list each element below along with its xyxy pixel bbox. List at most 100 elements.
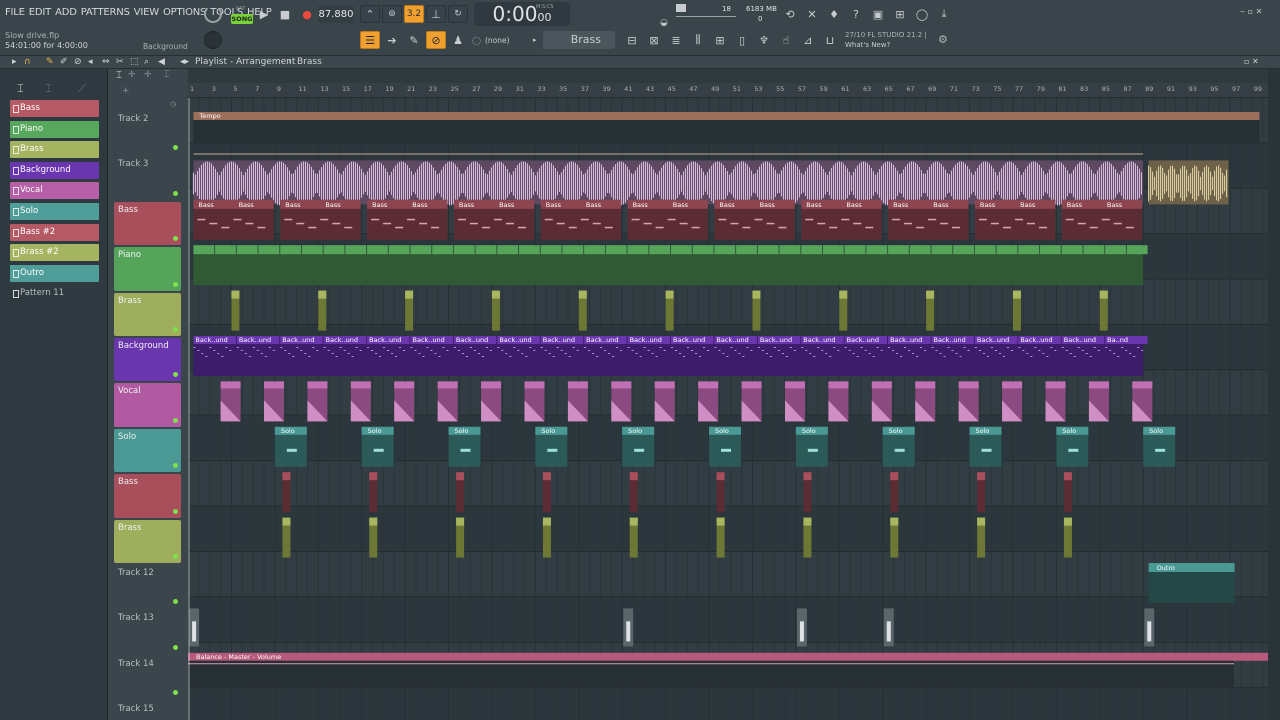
- track-lane[interactable]: [188, 552, 1268, 598]
- menu-options[interactable]: OPTIONS: [163, 7, 206, 18]
- pattern-item[interactable]: Background: [10, 161, 99, 179]
- slip-tool-icon[interactable]: ⇔: [102, 57, 110, 67]
- piano-roll-icon[interactable]: ✎: [404, 31, 424, 49]
- step-edit-button[interactable]: 3.2: [404, 5, 424, 23]
- track-mute-led[interactable]: [173, 508, 178, 514]
- track-header[interactable]: Background: [114, 338, 181, 382]
- save-icon[interactable]: ▣: [868, 5, 888, 23]
- pattern-select[interactable]: (none): [485, 36, 510, 45]
- channel-select[interactable]: Brass: [543, 31, 615, 49]
- plug-icon[interactable]: ♆: [754, 31, 774, 49]
- mute-tool-icon[interactable]: ◂: [88, 57, 93, 67]
- audio-clip-icon[interactable]: ⌶: [45, 82, 52, 96]
- delete-tool-icon[interactable]: ⊘: [74, 57, 82, 67]
- track-lane[interactable]: [188, 461, 1268, 507]
- browser-icon[interactable]: ≣: [666, 31, 686, 49]
- arrow-right-icon[interactable]: ➔: [382, 31, 402, 49]
- paint-tool-icon[interactable]: ✐: [60, 57, 68, 67]
- playback-tool-icon[interactable]: ◀: [158, 57, 165, 67]
- stop-button[interactable]: ■: [275, 5, 295, 23]
- track-header[interactable]: Piano: [114, 247, 181, 291]
- song-mode-toggle[interactable]: SONG: [231, 14, 253, 24]
- record-button[interactable]: ●: [297, 5, 317, 23]
- pattern-item[interactable]: Vocal: [10, 182, 99, 200]
- track-mute-led[interactable]: [173, 644, 178, 650]
- link-icon[interactable]: ⊘: [426, 31, 446, 49]
- chat-icon[interactable]: ◯: [912, 5, 932, 23]
- pattern-item[interactable]: Outro: [10, 264, 99, 282]
- automation-clip-icon[interactable]: ⟋: [78, 82, 86, 96]
- select-tool-icon[interactable]: ⬚: [130, 57, 139, 67]
- typing-keyboard-icon[interactable]: ⌃: [360, 5, 380, 23]
- render-icon[interactable]: ⊞: [890, 5, 910, 23]
- track-header[interactable]: Track 13: [114, 610, 181, 653]
- window-controls[interactable]: ‒ ▫ ✕: [1240, 7, 1262, 16]
- speaker-icon[interactable]: ⊿: [798, 31, 818, 49]
- automation-clip-header[interactable]: [188, 652, 1268, 661]
- track-header[interactable]: Track 3: [114, 156, 181, 199]
- playlist-menu-arrow-icon[interactable]: ▸: [12, 57, 17, 67]
- pattern-item[interactable]: Pattern 11: [10, 285, 99, 302]
- playlist-view-button[interactable]: ☰: [360, 31, 380, 49]
- metronome-knob-icon[interactable]: [204, 5, 222, 23]
- time-display[interactable]: 0:00 00 M:S:CS: [474, 2, 570, 26]
- breadcrumb-arrow-icon[interactable]: ◂▸: [180, 57, 189, 67]
- track-header[interactable]: Track 2: [114, 111, 181, 154]
- timeline-ruler[interactable]: 1 3 5 7 9 11 13 15 17 19 21 23 25 27 29 31 33 35 37 39 41 43 4…: [188, 83, 1268, 98]
- track-mute-led[interactable]: [173, 236, 178, 242]
- piano-keys-icon[interactable]: ⌶: [17, 82, 24, 96]
- pattern-item[interactable]: Bass #2: [10, 223, 99, 241]
- menu-view[interactable]: VIEW: [134, 7, 159, 18]
- track-header[interactable]: Bass: [114, 201, 181, 246]
- menu-edit[interactable]: EDIT: [29, 7, 51, 18]
- pattern-nav-icon[interactable]: ▸: [533, 36, 537, 44]
- add-icon[interactable]: +: [122, 86, 130, 96]
- track-mute-led[interactable]: [173, 145, 178, 151]
- help-icon[interactable]: ?: [846, 5, 866, 23]
- track-header[interactable]: Vocal: [114, 383, 181, 427]
- touch-icon[interactable]: ☝: [776, 31, 796, 49]
- track-mute-led[interactable]: [173, 463, 178, 469]
- undo-icon[interactable]: ⟲: [780, 5, 800, 23]
- track-lane[interactable]: [188, 688, 1268, 720]
- slice-tool-icon[interactable]: ✂: [116, 57, 124, 67]
- download-icon[interactable]: ⤓: [934, 5, 954, 23]
- gear-icon[interactable]: ⚙: [938, 33, 948, 46]
- clock-icon[interactable]: ◷: [170, 100, 176, 108]
- plugin-icon[interactable]: ⊞: [710, 31, 730, 49]
- pencil-tool-icon[interactable]: ✎: [46, 57, 54, 67]
- track-header[interactable]: Track 14: [114, 656, 181, 699]
- menu-add[interactable]: ADD: [55, 7, 77, 18]
- track-mute-led[interactable]: [173, 690, 178, 696]
- track-mute-led[interactable]: [173, 553, 178, 559]
- track-header[interactable]: Track 15: [114, 701, 181, 720]
- track-header[interactable]: Bass: [114, 474, 181, 518]
- blend-notes-icon[interactable]: ⊥: [426, 5, 446, 23]
- news-line-2[interactable]: What's New?: [845, 41, 890, 49]
- add-track-icon[interactable]: ✛: [128, 70, 136, 80]
- news-line-1[interactable]: 27/10 FL STUDIO 21.2 |: [845, 31, 927, 39]
- menu-file[interactable]: FILE: [5, 7, 25, 18]
- pattern-item[interactable]: Bass: [10, 100, 99, 117]
- track-lane[interactable]: [188, 506, 1268, 552]
- perf-mode-icon[interactable]: ⌶: [164, 70, 169, 80]
- mixer-view-icon[interactable]: ⊠: [644, 31, 664, 49]
- faders-icon[interactable]: ⫼: [688, 31, 708, 49]
- vertical-scrollbar[interactable]: [1268, 69, 1280, 720]
- track-mute-led[interactable]: [173, 372, 178, 378]
- track-header[interactable]: Brass: [114, 292, 181, 336]
- menu-patterns[interactable]: PATTERNS: [81, 7, 130, 18]
- track-header[interactable]: Brass: [114, 519, 181, 563]
- play-button[interactable]: ▶: [254, 5, 274, 23]
- wait-record-icon[interactable]: ⊚: [382, 5, 402, 23]
- loop-record-icon[interactable]: ↻: [448, 5, 468, 23]
- track-lane[interactable]: [188, 597, 1268, 643]
- magnet-icon[interactable]: ∩: [24, 57, 31, 67]
- tempo-automation-clip[interactable]: [193, 112, 1260, 120]
- pattern-item[interactable]: Brass #2: [10, 244, 99, 262]
- track-mute-led[interactable]: [173, 417, 178, 423]
- track-header[interactable]: Solo: [114, 428, 181, 473]
- microphone-icon[interactable]: ♦: [824, 5, 844, 23]
- track-mute-led[interactable]: [173, 190, 178, 196]
- piano-keys-icon[interactable]: ⌶: [116, 70, 122, 81]
